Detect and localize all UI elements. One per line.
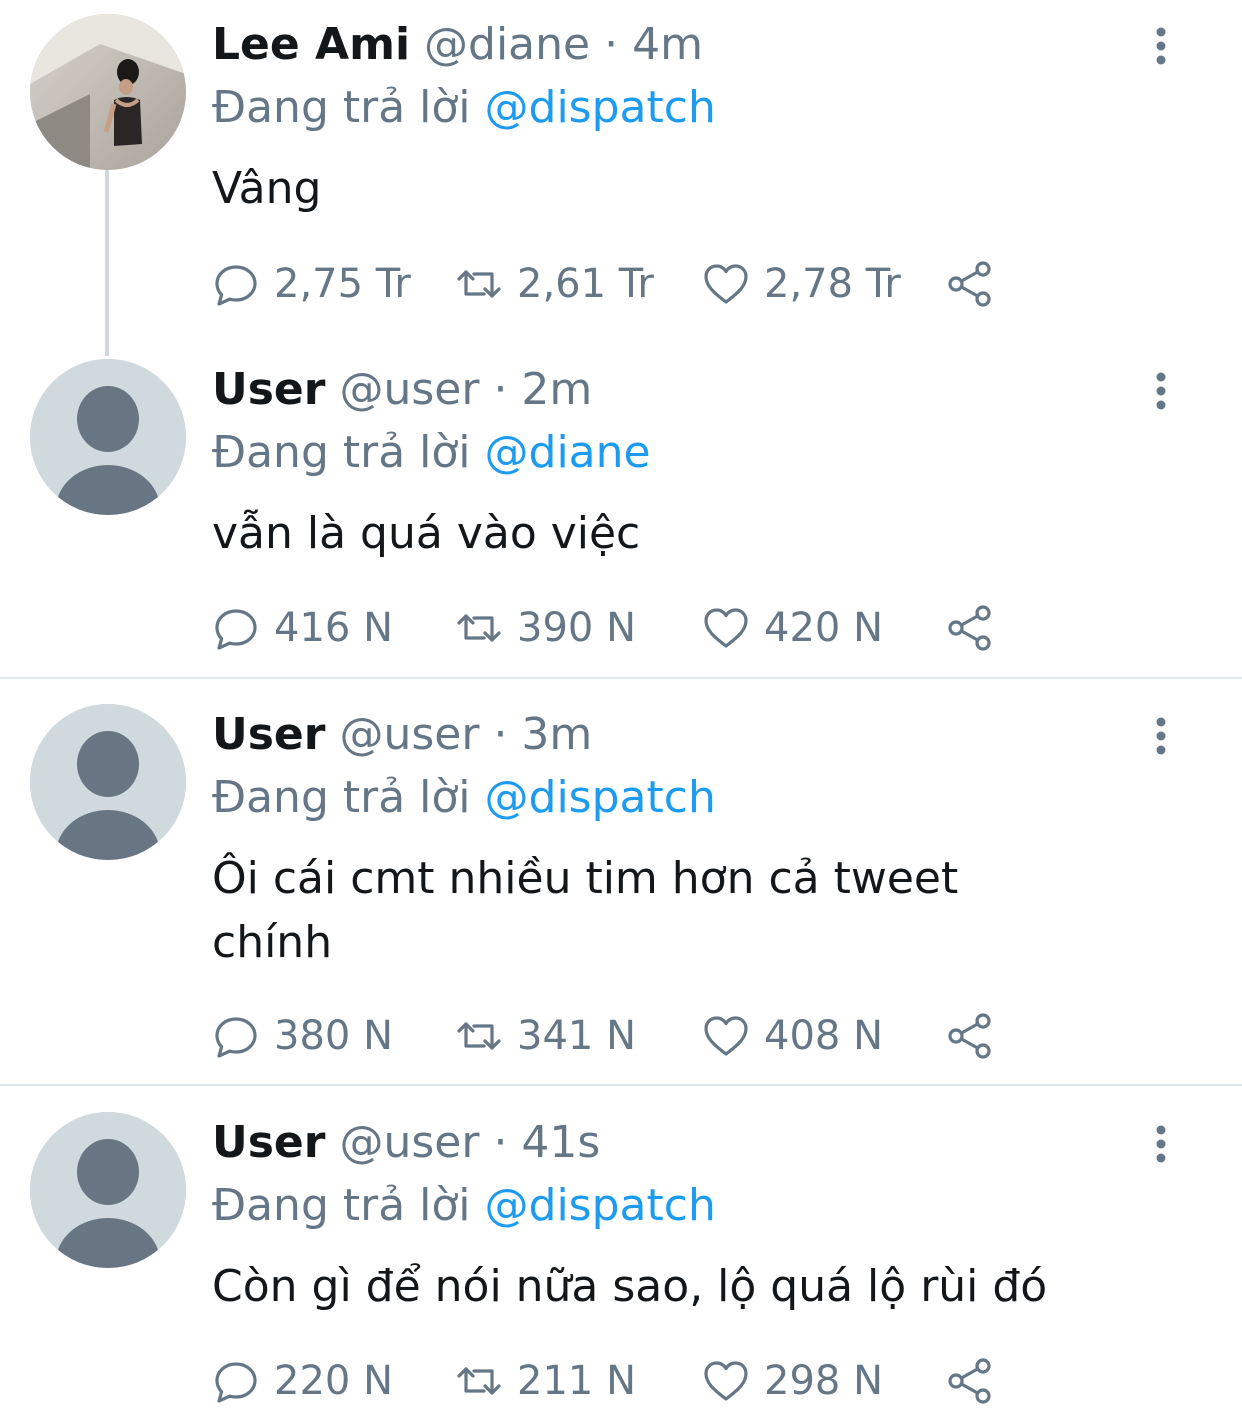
reply-count: 2,75 Tr [274, 261, 411, 307]
retweet-count: 2,61 Tr [517, 261, 654, 307]
like-button[interactable]: 408 N [702, 1011, 883, 1061]
heart-icon [704, 264, 748, 304]
reply-icon [215, 1017, 257, 1058]
display-name[interactable]: User [212, 1117, 325, 1168]
replying-to: Đang trả lời @dispatch [212, 770, 716, 826]
default-avatar-icon [30, 1112, 186, 1268]
like-count: 420 N [764, 605, 883, 651]
tweet-lee-ami[interactable]: Lee Ami @diane · 4m Đang trả lời @dispat… [0, 0, 1242, 340]
timestamp[interactable]: · 2m [493, 364, 592, 415]
more-options-icon[interactable] [1148, 1124, 1174, 1164]
avatar[interactable] [30, 14, 186, 170]
like-button[interactable]: 2,78 Tr [702, 259, 901, 309]
retweet-icon [457, 1367, 501, 1395]
divider [0, 677, 1242, 679]
reply-icon [215, 1362, 257, 1403]
retweet-button[interactable]: 2,61 Tr [455, 259, 654, 309]
replying-to-label: Đang trả lời [212, 772, 471, 823]
retweet-button[interactable]: 211 N [455, 1356, 636, 1406]
handle[interactable]: @user [339, 1117, 479, 1168]
share-icon[interactable] [945, 1011, 995, 1061]
retweet-count: 211 N [517, 1358, 636, 1404]
reply-button[interactable]: 416 N [212, 603, 393, 653]
tweet-header: User @user · 2m [212, 362, 592, 418]
handle[interactable]: @user [339, 364, 479, 415]
replying-to-label: Đang trả lời [212, 82, 471, 133]
like-button[interactable]: 420 N [702, 603, 883, 653]
tweet-text: Ôi cái cmt nhiều tim hơn cả tweet chính [212, 853, 959, 968]
retweet-icon [457, 270, 501, 298]
retweet-count: 390 N [517, 605, 636, 651]
mention-link[interactable]: @dispatch [485, 82, 716, 133]
replying-to-label: Đang trả lời [212, 1180, 471, 1231]
tweet-text: Vâng [212, 163, 322, 214]
timestamp[interactable]: · 3m [493, 709, 592, 760]
reply-button[interactable]: 380 N [212, 1011, 393, 1061]
like-count: 2,78 Tr [764, 261, 901, 307]
like-button[interactable]: 298 N [702, 1356, 883, 1406]
tweet-user-reply[interactable]: User @user · 41s Đang trả lời @dispatch … [0, 1098, 1242, 1416]
tweet-text: Còn gì để nói nữa sao, lộ quá lộ rùi đó [212, 1261, 1048, 1312]
mention-link[interactable]: @dispatch [485, 772, 716, 823]
mention-link[interactable]: @dispatch [485, 1180, 716, 1231]
display-name[interactable]: User [212, 709, 325, 760]
tweet-header: Lee Ami @diane · 4m [212, 17, 703, 73]
more-options-icon[interactable] [1148, 716, 1174, 756]
timestamp[interactable]: · 41s [493, 1117, 600, 1168]
tweet-header: User @user · 3m [212, 707, 592, 763]
heart-icon [704, 1016, 748, 1056]
like-count: 298 N [764, 1358, 883, 1404]
share-icon[interactable] [945, 1356, 995, 1406]
retweet-button[interactable]: 341 N [455, 1011, 636, 1061]
reply-count: 416 N [274, 605, 393, 651]
handle[interactable]: @diane [424, 19, 590, 70]
avatar[interactable] [30, 1112, 186, 1268]
timestamp[interactable]: · 4m [604, 19, 703, 70]
like-count: 408 N [764, 1013, 883, 1059]
default-avatar-icon [30, 704, 186, 860]
reply-button[interactable]: 220 N [212, 1356, 393, 1406]
reply-icon [215, 609, 257, 650]
tweet-header: User @user · 41s [212, 1115, 600, 1171]
reply-button[interactable]: 2,75 Tr [212, 259, 411, 309]
reply-icon [215, 265, 257, 306]
divider [0, 1084, 1242, 1086]
replying-to: Đang trả lời @diane [212, 425, 651, 481]
display-name[interactable]: Lee Ami [212, 19, 410, 70]
heart-icon [704, 608, 748, 648]
share-icon[interactable] [945, 603, 995, 653]
tweet-user-reply[interactable]: User @user · 2m Đang trả lời @diane vẫn … [0, 345, 1242, 675]
tweet-user-reply[interactable]: User @user · 3m Đang trả lời @dispatch Ô… [0, 690, 1242, 1080]
heart-icon [704, 1361, 748, 1401]
reply-count: 220 N [274, 1358, 393, 1404]
mention-link[interactable]: @diane [485, 427, 651, 478]
share-icon[interactable] [945, 259, 995, 309]
more-options-icon[interactable] [1148, 371, 1174, 411]
replying-to: Đang trả lời @dispatch [212, 1178, 716, 1234]
retweet-icon [457, 1022, 501, 1050]
reply-count: 380 N [274, 1013, 393, 1059]
retweet-icon [457, 614, 501, 642]
retweet-button[interactable]: 390 N [455, 603, 636, 653]
more-options-icon[interactable] [1148, 26, 1174, 66]
replying-to: Đang trả lời @dispatch [212, 80, 716, 136]
retweet-count: 341 N [517, 1013, 636, 1059]
default-avatar-icon [30, 359, 186, 515]
avatar[interactable] [30, 704, 186, 860]
handle[interactable]: @user [339, 709, 479, 760]
display-name[interactable]: User [212, 364, 325, 415]
replying-to-label: Đang trả lời [212, 427, 471, 478]
avatar[interactable] [30, 359, 186, 515]
tweet-text: vẫn là quá vào việc [212, 508, 641, 559]
